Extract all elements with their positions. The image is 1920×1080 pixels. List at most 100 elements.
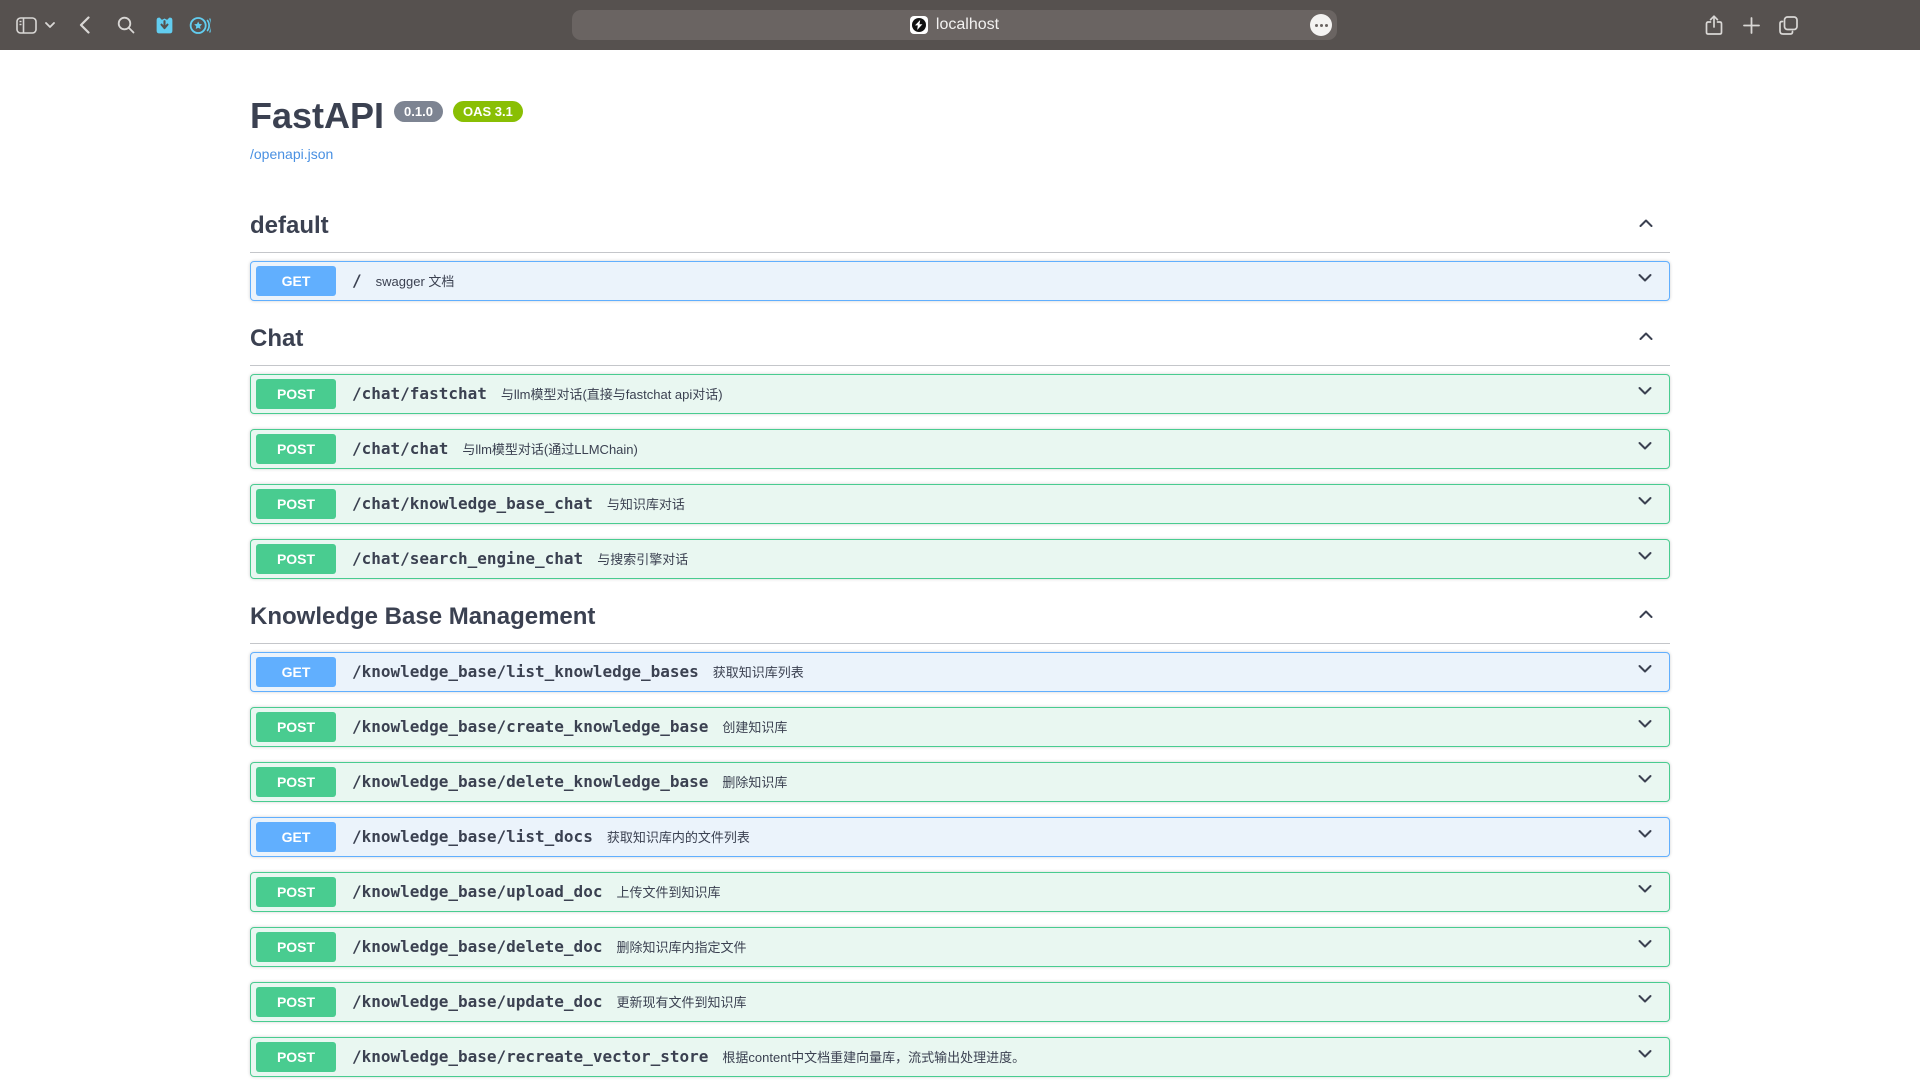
endpoint-path: /knowledge_base/recreate_vector_store [352,1047,708,1066]
endpoint-row[interactable]: POST /knowledge_base/recreate_vector_sto… [250,1037,1670,1077]
extension-shield-icon[interactable] [152,13,176,37]
back-icon[interactable] [72,13,96,37]
chevron-down-icon[interactable] [42,13,58,37]
endpoint-description: 上传文件到知识库 [616,882,720,901]
address-content: localhost [910,16,999,34]
chevron-down-icon[interactable] [1635,714,1655,739]
tabs-icon[interactable] [1776,13,1800,37]
endpoint-description: 根据content中文档重建向量库，流式输出处理进度。 [722,1047,1025,1066]
endpoint-row[interactable]: POST /knowledge_base/delete_doc 删除知识库内指定… [250,927,1670,967]
share-icon[interactable] [1702,13,1726,37]
method-badge: POST [256,434,336,464]
api-section: Chat POST /chat/fastchat 与llm模型对话(直接与fas… [250,317,1670,579]
endpoint-path: /knowledge_base/delete_doc [352,937,602,956]
endpoint-row[interactable]: POST /chat/search_engine_chat 与搜索引擎对话 [250,539,1670,579]
chevron-down-icon[interactable] [1635,268,1655,293]
endpoint-row[interactable]: GET /knowledge_base/list_docs 获取知识库内的文件列… [250,817,1670,857]
method-badge: POST [256,932,336,962]
method-badge: GET [256,657,336,687]
endpoint-description: swagger 文档 [376,271,455,290]
section-title: Knowledge Base Management [250,603,595,631]
endpoint-path: / [352,271,362,290]
method-badge: GET [256,266,336,296]
endpoint-row[interactable]: POST /knowledge_base/create_knowledge_ba… [250,707,1670,747]
method-badge: POST [256,1042,336,1072]
endpoint-path: /chat/chat [352,439,448,458]
method-badge: POST [256,877,336,907]
endpoint-path: /knowledge_base/list_knowledge_bases [352,662,699,681]
endpoint-path: /knowledge_base/list_docs [352,827,593,846]
endpoint-row[interactable]: GET / swagger 文档 [250,261,1670,301]
page-content: FastAPI 0.1.0 OAS 3.1 /openapi.json defa… [0,50,1920,1080]
chevron-up-icon[interactable] [1636,326,1656,351]
endpoint-description: 与llm模型对话(直接与fastchat api对话) [501,384,723,403]
section-endpoints: GET /knowledge_base/list_knowledge_bases… [250,644,1670,1077]
chevron-down-icon[interactable] [1635,824,1655,849]
endpoint-description: 获取知识库列表 [713,662,804,681]
chevron-down-icon[interactable] [1635,934,1655,959]
endpoint-description: 更新现有文件到知识库 [616,992,746,1011]
method-badge: POST [256,987,336,1017]
openapi-spec-link[interactable]: /openapi.json [250,146,333,162]
method-badge: POST [256,767,336,797]
toolbar-left-group [0,13,212,37]
endpoint-row[interactable]: POST /knowledge_base/delete_knowledge_ba… [250,762,1670,802]
endpoint-row[interactable]: POST /knowledge_base/update_doc 更新现有文件到知… [250,982,1670,1022]
endpoint-description: 与搜索引擎对话 [597,549,688,568]
page-title: FastAPI 0.1.0 OAS 3.1 [250,96,1670,136]
endpoint-row[interactable]: POST /knowledge_base/upload_doc 上传文件到知识库 [250,872,1670,912]
sections: default GET / swagger 文档 Chat POST /chat… [250,204,1670,1077]
endpoint-path: /knowledge_base/upload_doc [352,882,602,901]
section-header[interactable]: default [250,204,1670,253]
chevron-up-icon[interactable] [1636,604,1656,629]
section-endpoints: GET / swagger 文档 [250,253,1670,301]
toolbar-right-group [1702,0,1800,50]
swagger-wrapper: FastAPI 0.1.0 OAS 3.1 /openapi.json defa… [230,50,1690,1077]
api-section: Knowledge Base Management GET /knowledge… [250,595,1670,1077]
chevron-down-icon[interactable] [1635,769,1655,794]
extension-star-icon[interactable] [188,13,212,37]
endpoint-description: 与llm模型对话(通过LLMChain) [462,439,638,458]
chevron-down-icon[interactable] [1635,546,1655,571]
api-info: FastAPI 0.1.0 OAS 3.1 /openapi.json [250,96,1670,164]
endpoint-path: /knowledge_base/update_doc [352,992,602,1011]
section-title: Chat [250,325,303,353]
browser-toolbar: localhost [0,0,1920,50]
endpoint-path: /chat/search_engine_chat [352,549,583,568]
method-badge: POST [256,379,336,409]
endpoint-row[interactable]: POST /chat/chat 与llm模型对话(通过LLMChain) [250,429,1670,469]
endpoint-description: 删除知识库内指定文件 [616,937,746,956]
endpoint-row[interactable]: GET /knowledge_base/list_knowledge_bases… [250,652,1670,692]
chevron-down-icon[interactable] [1635,659,1655,684]
chevron-down-icon[interactable] [1635,381,1655,406]
new-tab-icon[interactable] [1739,13,1763,37]
chevron-down-icon[interactable] [1635,491,1655,516]
url-text: localhost [936,16,999,34]
ellipsis-icon[interactable] [1310,14,1332,36]
endpoint-description: 获取知识库内的文件列表 [607,827,750,846]
endpoint-row[interactable]: POST /chat/fastchat 与llm模型对话(直接与fastchat… [250,374,1670,414]
chevron-down-icon[interactable] [1635,989,1655,1014]
endpoint-description: 与知识库对话 [607,494,685,513]
chevron-down-icon[interactable] [1635,879,1655,904]
section-header[interactable]: Knowledge Base Management [250,595,1670,644]
method-badge: POST [256,489,336,519]
endpoint-row[interactable]: POST /chat/knowledge_base_chat 与知识库对话 [250,484,1670,524]
version-badge: 0.1.0 [394,101,443,122]
endpoint-path: /knowledge_base/delete_knowledge_base [352,772,708,791]
address-bar[interactable]: localhost [572,10,1337,40]
api-section: default GET / swagger 文档 [250,204,1670,301]
chevron-up-icon[interactable] [1636,213,1656,238]
endpoint-path: /chat/fastchat [352,384,487,403]
api-title: FastAPI [250,96,384,136]
search-icon[interactable] [114,13,138,37]
chevron-down-icon[interactable] [1635,436,1655,461]
method-badge: POST [256,544,336,574]
site-favicon [910,16,928,34]
chevron-down-icon[interactable] [1635,1044,1655,1069]
section-header[interactable]: Chat [250,317,1670,366]
method-badge: GET [256,822,336,852]
method-badge: POST [256,712,336,742]
section-endpoints: POST /chat/fastchat 与llm模型对话(直接与fastchat… [250,366,1670,579]
sidebar-icon[interactable] [14,13,38,37]
